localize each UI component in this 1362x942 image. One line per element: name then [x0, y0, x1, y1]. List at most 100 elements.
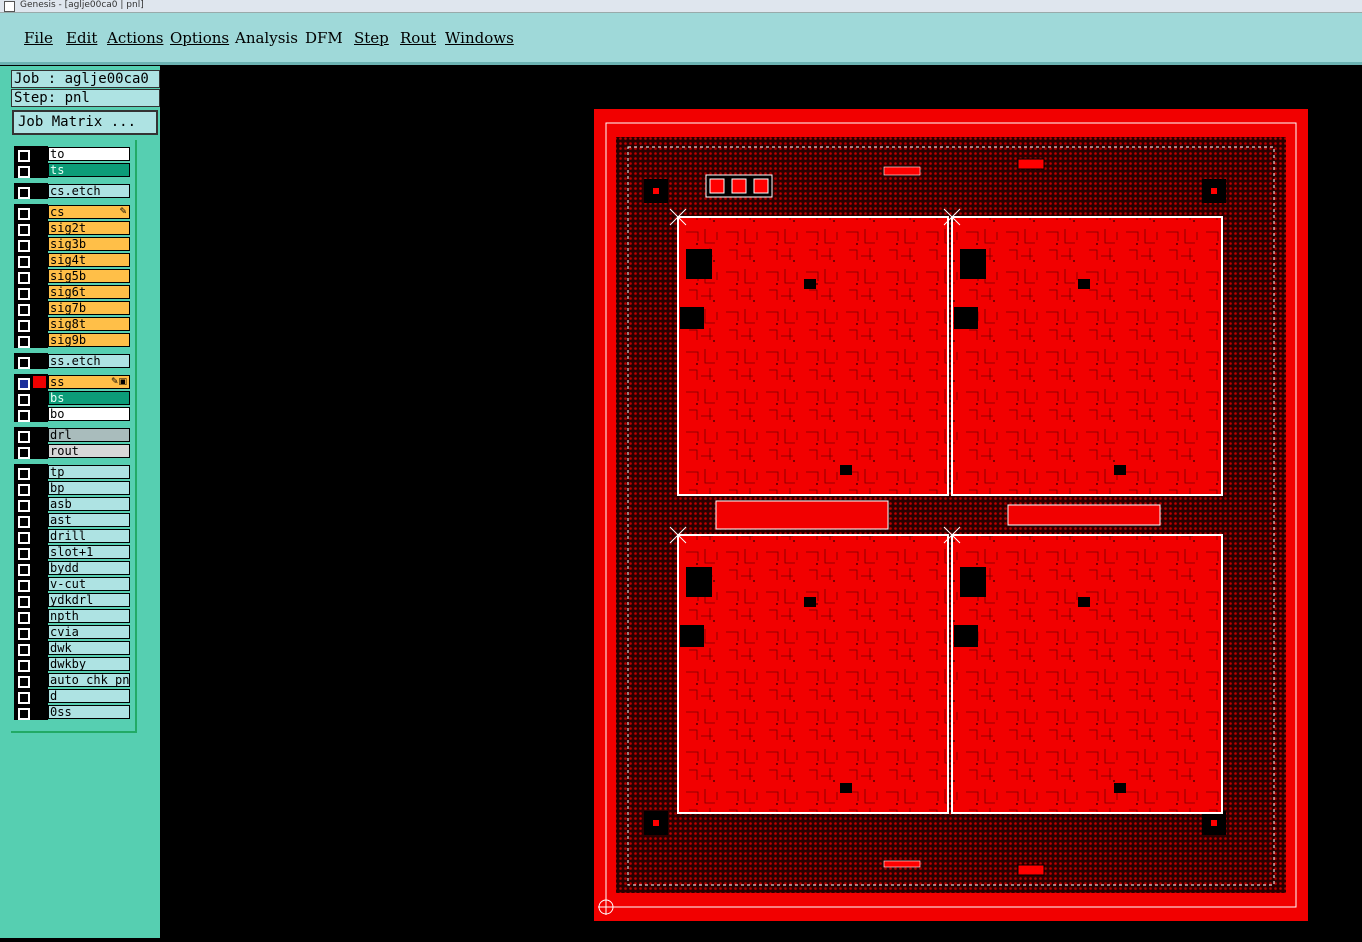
layer-name[interactable]: drill: [48, 529, 130, 543]
layer-name[interactable]: npth: [48, 609, 130, 623]
layer-checkbox[interactable]: [18, 431, 30, 443]
layer-row[interactable]: dwkby: [11, 656, 135, 672]
layer-row[interactable]: drill: [11, 528, 135, 544]
layer-checkbox[interactable]: [18, 166, 30, 178]
layer-checkbox[interactable]: [18, 708, 30, 720]
layer-row[interactable]: npth: [11, 608, 135, 624]
layer-name[interactable]: ydkdrl: [48, 593, 130, 607]
layer-name[interactable]: d: [48, 689, 130, 703]
layer-row[interactable]: bp: [11, 480, 135, 496]
layer-row[interactable]: sig7b: [11, 300, 135, 316]
layer-row[interactable]: auto_chk_pnl: [11, 672, 135, 688]
layer-row[interactable]: sig9b: [11, 332, 135, 348]
layer-checkbox[interactable]: [18, 320, 30, 332]
layer-row[interactable]: 0ss: [11, 704, 135, 720]
layer-checkbox[interactable]: [18, 596, 30, 608]
layer-checkbox[interactable]: [18, 516, 30, 528]
layer-name[interactable]: auto_chk_pnl: [48, 673, 130, 687]
layer-name[interactable]: sig3b: [48, 237, 130, 251]
layer-name[interactable]: bo: [48, 407, 130, 421]
layer-row[interactable]: tp: [11, 464, 135, 480]
layer-row[interactable]: bo: [11, 406, 135, 422]
layer-checkbox[interactable]: [18, 548, 30, 560]
layer-row[interactable]: cs ✎: [11, 204, 135, 220]
layer-checkbox[interactable]: [18, 208, 30, 220]
layer-row[interactable]: cs.etch: [11, 183, 135, 199]
layer-row[interactable]: sig4t: [11, 252, 135, 268]
layer-row[interactable]: ast: [11, 512, 135, 528]
layer-name[interactable]: to: [48, 147, 130, 161]
layer-name[interactable]: ts: [48, 163, 130, 177]
layer-name[interactable]: ss.etch: [48, 354, 130, 368]
menu-file[interactable]: File: [24, 29, 53, 47]
layer-row[interactable]: rout: [11, 443, 135, 459]
layer-row[interactable]: dwk: [11, 640, 135, 656]
layer-row[interactable]: sig6t: [11, 284, 135, 300]
layer-checkbox[interactable]: [18, 357, 30, 369]
layer-checkbox[interactable]: [18, 272, 30, 284]
layer-checkbox[interactable]: [18, 468, 30, 480]
layer-name[interactable]: sig4t: [48, 253, 130, 267]
layer-row[interactable]: sig3b: [11, 236, 135, 252]
menu-step[interactable]: Step: [354, 29, 389, 47]
layer-row[interactable]: bydd: [11, 560, 135, 576]
layer-checkbox[interactable]: [18, 224, 30, 236]
layer-row[interactable]: sig5b: [11, 268, 135, 284]
menu-analysis[interactable]: Analysis: [235, 29, 298, 47]
layer-checkbox[interactable]: [18, 676, 30, 688]
layer-row[interactable]: to: [11, 146, 135, 162]
layer-name[interactable]: asb: [48, 497, 130, 511]
layer-checkbox[interactable]: [18, 628, 30, 640]
layer-name[interactable]: sig7b: [48, 301, 130, 315]
layer-name[interactable]: cs: [48, 205, 130, 219]
layer-name[interactable]: cvia: [48, 625, 130, 639]
layer-name[interactable]: tp: [48, 465, 130, 479]
layer-row[interactable]: drl: [11, 427, 135, 443]
layer-checkbox[interactable]: [18, 644, 30, 656]
layer-checkbox[interactable]: [18, 564, 30, 576]
layer-name[interactable]: sig9b: [48, 333, 130, 347]
layer-name[interactable]: v-cut: [48, 577, 130, 591]
layer-checkbox[interactable]: [18, 692, 30, 704]
layer-name[interactable]: bs: [48, 391, 130, 405]
menu-rout[interactable]: Rout: [400, 29, 436, 47]
layer-name[interactable]: bydd: [48, 561, 130, 575]
layer-name[interactable]: ast: [48, 513, 130, 527]
menu-actions[interactable]: Actions: [107, 29, 163, 47]
menu-edit[interactable]: Edit: [66, 29, 97, 47]
layer-name[interactable]: rout: [48, 444, 130, 458]
menu-options[interactable]: Options: [170, 29, 229, 47]
layer-row[interactable]: d: [11, 688, 135, 704]
layer-checkbox[interactable]: [18, 410, 30, 422]
layer-checkbox[interactable]: [18, 660, 30, 672]
layer-name[interactable]: sig2t: [48, 221, 130, 235]
layer-name[interactable]: sig5b: [48, 269, 130, 283]
layer-name[interactable]: dwk: [48, 641, 130, 655]
layer-row[interactable]: ss ✎▣: [11, 374, 135, 390]
graphics-canvas[interactable]: [163, 66, 1362, 938]
layer-checkbox[interactable]: [18, 240, 30, 252]
layer-name[interactable]: slot+1: [48, 545, 130, 559]
layer-checkbox[interactable]: [18, 187, 30, 199]
job-matrix-button[interactable]: Job Matrix ...: [12, 110, 158, 135]
layer-checkbox[interactable]: [18, 256, 30, 268]
layer-checkbox[interactable]: [18, 304, 30, 316]
layer-checkbox[interactable]: [18, 394, 30, 406]
layer-name[interactable]: drl: [48, 428, 130, 442]
layer-row[interactable]: sig2t: [11, 220, 135, 236]
layer-row[interactable]: v-cut: [11, 576, 135, 592]
layer-row[interactable]: asb: [11, 496, 135, 512]
menu-windows[interactable]: Windows: [445, 29, 514, 47]
layer-checkbox[interactable]: [18, 447, 30, 459]
layer-checkbox[interactable]: [18, 378, 30, 390]
layer-row[interactable]: cvia: [11, 624, 135, 640]
layer-row[interactable]: bs: [11, 390, 135, 406]
layer-checkbox[interactable]: [18, 532, 30, 544]
layer-checkbox[interactable]: [18, 500, 30, 512]
layer-row[interactable]: ydkdrl: [11, 592, 135, 608]
menu-dfm[interactable]: DFM: [305, 29, 343, 47]
layer-checkbox[interactable]: [18, 580, 30, 592]
layer-name[interactable]: cs.etch: [48, 184, 130, 198]
layer-row[interactable]: slot+1: [11, 544, 135, 560]
layer-row[interactable]: ss.etch: [11, 353, 135, 369]
